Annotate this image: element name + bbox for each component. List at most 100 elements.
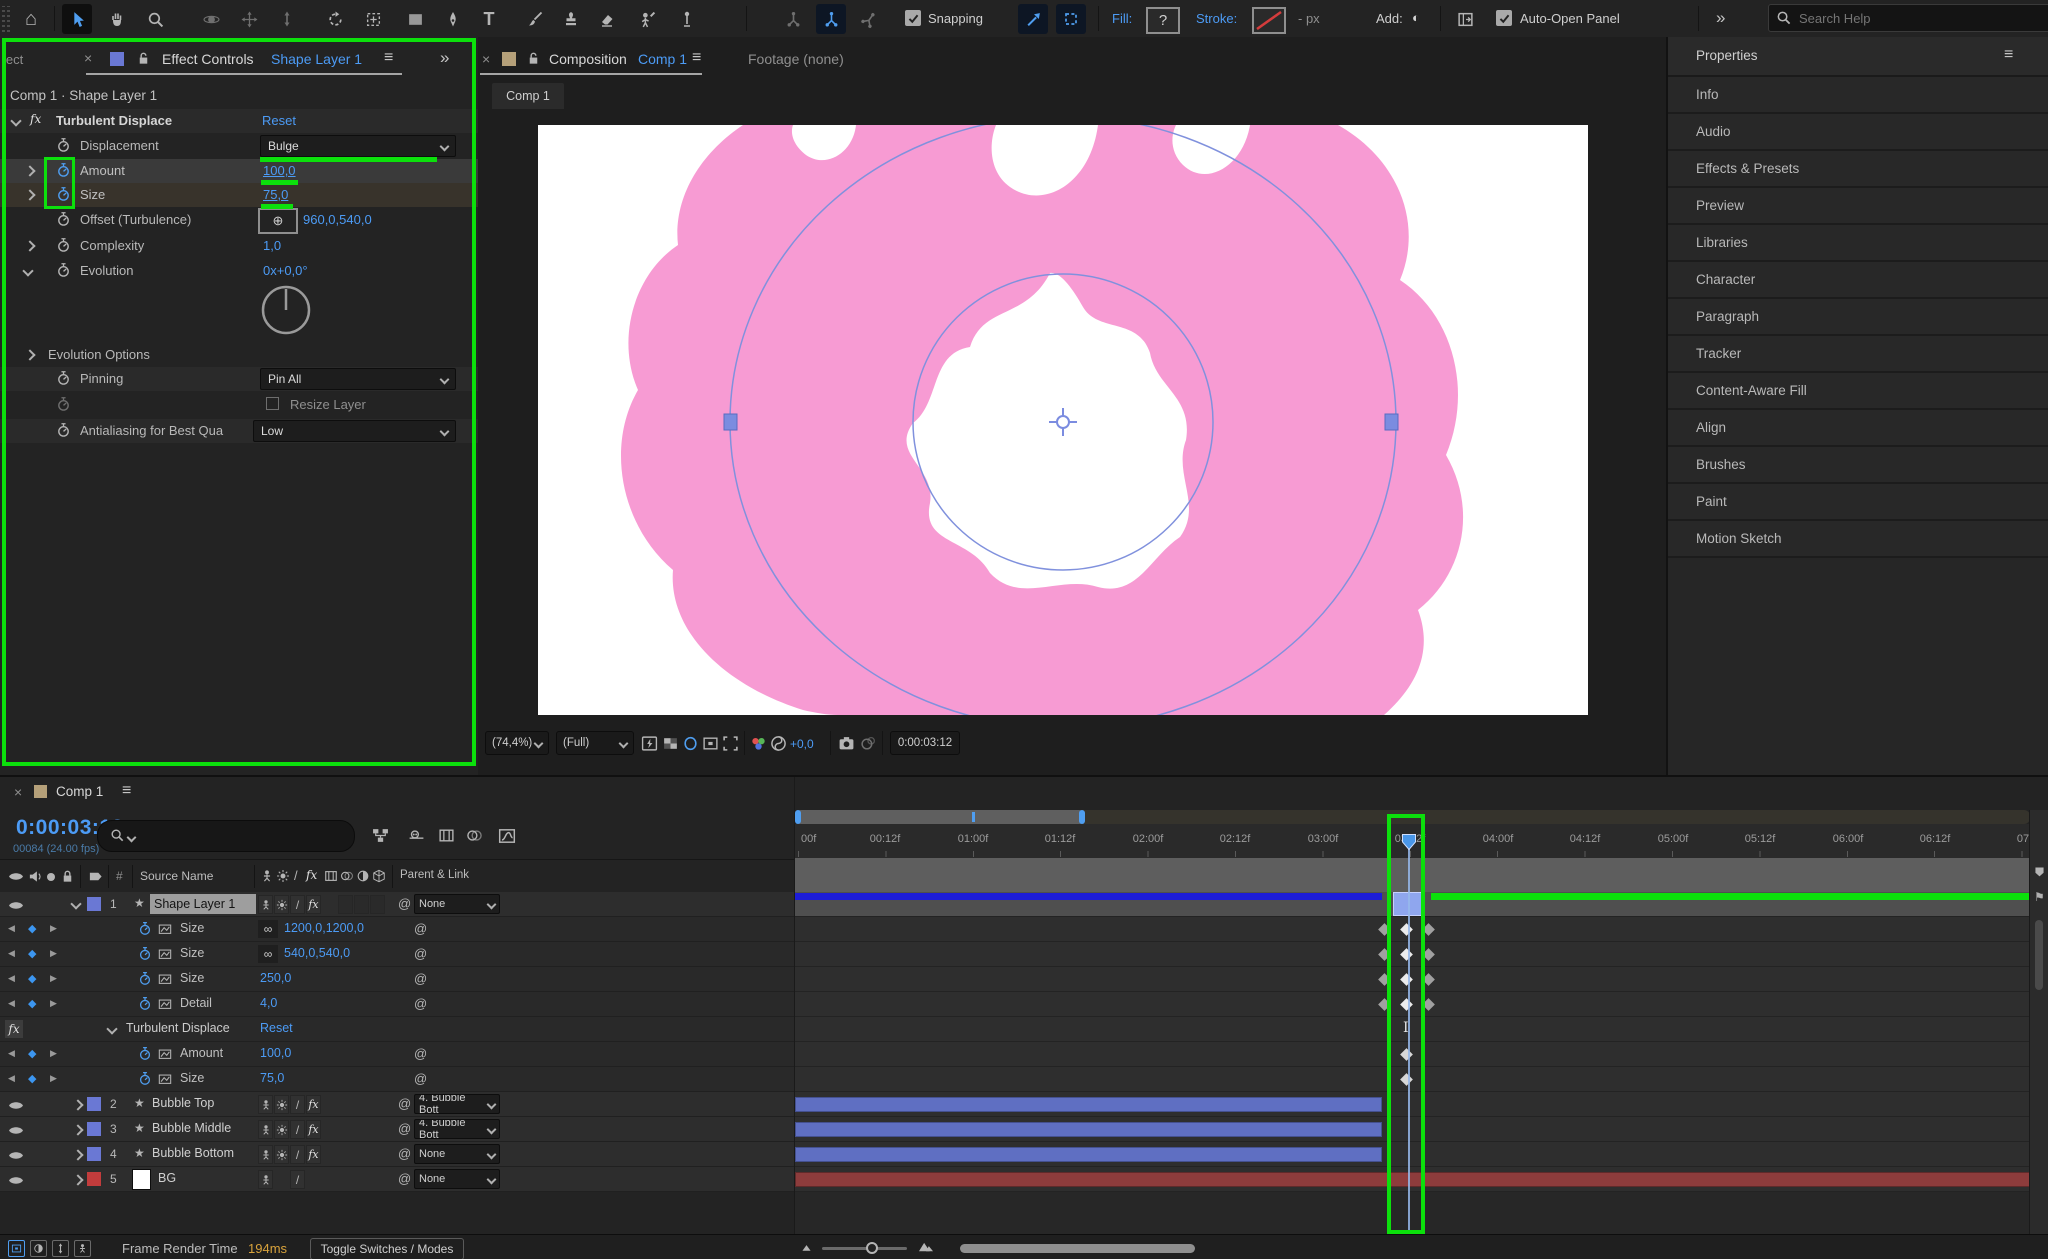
keyframe[interactable] [1422,998,1435,1011]
effect-name[interactable]: Turbulent Displace [56,113,172,128]
keyframe-selected[interactable] [1400,948,1413,961]
sidebar-item-paint[interactable]: Paint [1668,484,2048,521]
layer-label-color[interactable] [87,1147,101,1161]
layer-label-color[interactable] [87,1122,101,1136]
stopwatch-icon-blue[interactable] [56,186,71,202]
keyframe-toggle-on[interactable]: ◆ [28,1047,36,1060]
sidebar-item-tracker[interactable]: Tracker [1668,336,2048,373]
toggle-switches-modes-button[interactable]: Toggle Switches / Modes [310,1238,464,1259]
next-keyframe-button[interactable]: ▶ [50,973,57,984]
property-row-size-1[interactable]: ◀ ◆ ▶ Size ∞ 1200,0,1200,0 @ [0,917,794,942]
dimension-link-icon[interactable]: ∞ [258,945,278,963]
shape-tool-button[interactable] [400,4,430,34]
snap-bounds-button[interactable] [1056,4,1086,34]
frame-blending-icon[interactable] [438,827,455,844]
left-handle[interactable] [723,413,738,431]
expand-chevron-icon[interactable] [72,1124,84,1136]
collapse-chevron-icon[interactable] [106,1023,118,1035]
timeline-tab-label[interactable]: Comp 1 [56,784,103,799]
panel-menu-icon[interactable]: ≡ [384,49,393,67]
sidebar-item-brushes[interactable]: Brushes [1668,447,2048,484]
stroke-swatch[interactable] [1252,7,1286,34]
vertical-scrollbar[interactable] [2035,920,2043,990]
search-help-input[interactable] [1768,4,2048,32]
shy-switch-column-icon[interactable] [260,869,274,883]
layer-duration-bar[interactable] [795,1122,1382,1137]
render-time-column-button[interactable] [74,1240,91,1257]
stopwatch-icon[interactable] [56,370,71,386]
sidebar-item-content-aware-fill[interactable]: Content-Aware Fill [1668,373,2048,410]
next-keyframe-button[interactable]: ▶ [50,1048,57,1059]
next-keyframe-button[interactable]: ▶ [50,948,57,959]
sidebar-item-paragraph[interactable]: Paragraph [1668,299,2048,336]
pickwhip-icon[interactable]: @ [414,1071,427,1086]
property-value[interactable]: 1200,0,1200,0 [284,921,364,935]
fx-switch[interactable]: fx [306,1095,321,1114]
stopwatch-icon[interactable] [56,422,71,438]
layer-name[interactable]: Bubble Top [152,1096,214,1110]
motion-blur-switch-column-icon[interactable] [340,869,354,883]
toolbar-grip[interactable] [2,6,12,32]
resize-layer-checkbox[interactable] [266,397,279,410]
pen-tool-button[interactable] [438,4,468,34]
panel-menu-icon[interactable]: ≡ [2004,46,2013,64]
pickwhip-icon[interactable]: @ [398,1096,411,1111]
footage-tab[interactable]: Footage (none) [748,51,844,67]
quality-switch[interactable]: / [290,1145,305,1164]
unlock-icon[interactable] [136,51,151,66]
video-column-eye-icon[interactable] [8,871,24,882]
property-value[interactable]: 250,0 [260,971,291,985]
keyframe[interactable] [1378,923,1391,936]
property-value[interactable]: 540,0,540,0 [284,946,350,960]
fx-switch[interactable]: fx [306,1120,321,1139]
dimension-link-icon[interactable]: ∞ [258,920,278,938]
prev-keyframe-button[interactable]: ◀ [8,973,15,984]
layer-label-color[interactable] [87,1172,101,1186]
evolution-value[interactable]: 0x+0,0° [263,263,308,278]
pickwhip-icon[interactable]: @ [414,996,427,1011]
expand-chevron-icon[interactable] [72,1099,84,1111]
brush-tool-button[interactable] [520,4,550,34]
quality-switch[interactable]: / [290,1095,305,1114]
eye-icon[interactable] [8,900,24,911]
timeline-zoom-slider-knob[interactable] [866,1242,878,1254]
parent-dropdown[interactable]: None [414,894,500,914]
track-size-1[interactable] [795,917,2030,942]
pickwhip-icon[interactable]: @ [398,1171,411,1186]
keyframe-toggle-on[interactable]: ◆ [28,947,36,960]
graph-toggle-icon[interactable] [158,972,172,986]
track-effect-size[interactable] [795,1067,2030,1092]
audio-column-speaker-icon[interactable] [28,869,43,884]
expand-chevron-icon[interactable] [72,1174,84,1186]
effect-controls-tab-close[interactable]: × [84,50,92,66]
clone-stamp-tool-button[interactable] [556,4,586,34]
layer-name[interactable]: Bubble Bottom [152,1146,234,1160]
transfer-controls-button[interactable] [30,1240,47,1257]
prev-keyframe-button[interactable]: ◀ [8,998,15,1009]
antialiasing-dropdown[interactable]: Low [253,420,456,442]
collapse-chevron-icon[interactable] [22,265,34,277]
effect-controls-tab-title[interactable]: Effect Controls [162,51,254,67]
prev-keyframe-button[interactable]: ◀ [8,1048,15,1059]
sidebar-item-libraries[interactable]: Libraries [1668,225,2048,262]
effect-controls-tab-target[interactable]: Shape Layer 1 [271,51,362,67]
comp-marker-flag-icon[interactable]: ⚑ [2034,890,2045,904]
sidebar-item-preview[interactable]: Preview [1668,188,2048,225]
anchor-point[interactable] [1049,408,1077,436]
track-shape-layer-1[interactable] [795,892,2030,917]
sidebar-item-character[interactable]: Character [1668,262,2048,299]
region-of-interest-icon[interactable] [702,735,719,752]
keyframe-toggle-on[interactable]: ◆ [28,972,36,985]
zoom-tool-button[interactable] [140,4,170,34]
home-tool-button[interactable]: ⌂ [16,4,46,34]
dolly-camera-tool-button[interactable] [272,4,302,34]
graph-toggle-icon[interactable] [158,1047,172,1061]
prev-keyframe-button[interactable]: ◀ [8,923,15,934]
timeline-zoom-slider-track[interactable] [822,1247,907,1250]
resolution-dropdown[interactable]: (Full) [556,731,634,755]
keyframe-toggle-on[interactable]: ◆ [28,1072,36,1085]
property-row-size-3[interactable]: ◀ ◆ ▶ Size 250,0 @ [0,967,794,992]
pickwhip-icon[interactable]: @ [398,1146,411,1161]
keyframe[interactable] [1422,948,1435,961]
prev-keyframe-button[interactable]: ◀ [8,1073,15,1084]
